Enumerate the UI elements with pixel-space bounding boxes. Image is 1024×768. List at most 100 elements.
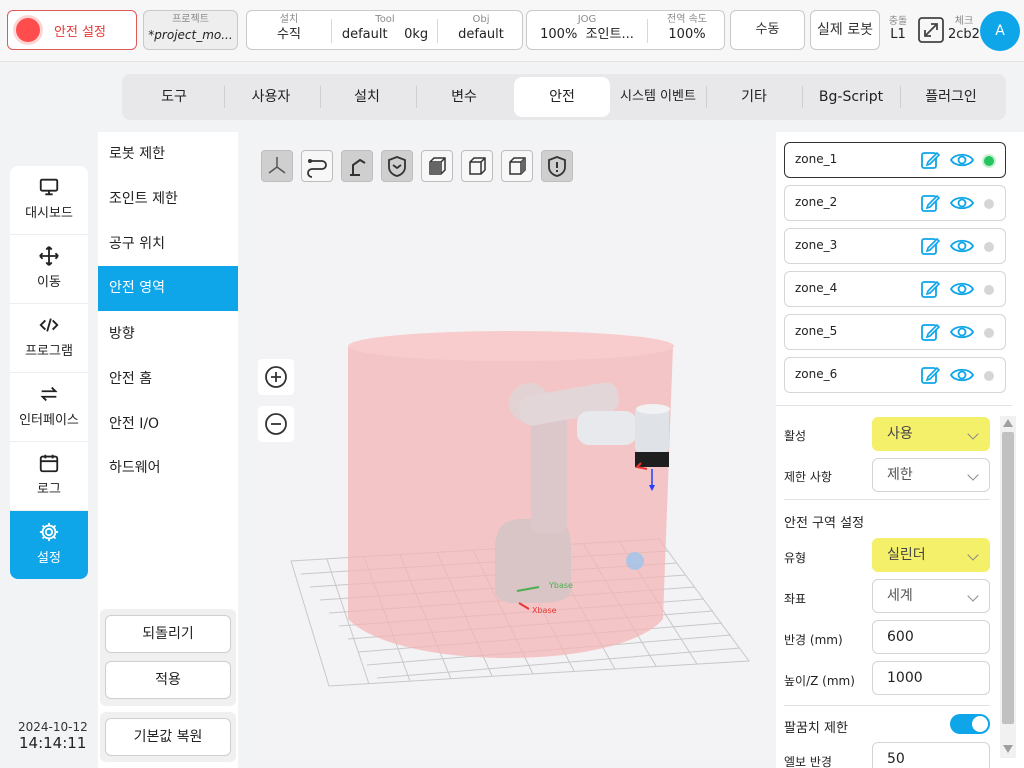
tab-bg-script[interactable]: Bg-Script [802, 77, 900, 117]
type-label: 유형 [784, 551, 807, 565]
jog-speed-box[interactable]: JOG 100% 조인트... 전역 속도 100% [526, 10, 725, 50]
elbow-limit-toggle[interactable] [950, 714, 990, 734]
swap-icon [40, 386, 58, 402]
edit-icon[interactable] [920, 322, 940, 342]
project-box[interactable]: 프로젝트 *project_mo... [143, 10, 238, 50]
robot-scene: Ybase Xbase [290, 331, 750, 687]
submenu-joint-limits[interactable]: 조인트 제한 [98, 177, 238, 222]
expand-icon[interactable] [917, 16, 945, 44]
cylinder-zone [348, 331, 674, 658]
collision-value: L1 [890, 27, 906, 42]
safety-settings-button[interactable]: 안전 설정 [7, 10, 137, 50]
eye-icon[interactable] [950, 236, 974, 256]
tab-system-events[interactable]: 시스템 이벤트 [610, 77, 706, 117]
chevron-down-icon [967, 428, 979, 440]
manual-mode-label: 수동 [755, 22, 780, 37]
submenu-robot-limits[interactable]: 로봇 제한 [98, 132, 238, 177]
tab-user[interactable]: 사용자 [224, 77, 318, 117]
height-label: 높이/Z (mm) [784, 674, 855, 688]
target-marker [626, 552, 644, 570]
nav-interface[interactable]: 인터페이스 [10, 373, 88, 442]
scrollbar-thumb[interactable] [1002, 432, 1014, 724]
eye-icon[interactable] [950, 193, 974, 213]
edit-icon[interactable] [920, 150, 940, 170]
nav-move[interactable]: 이동 [10, 235, 88, 304]
zone-status-dot [984, 328, 994, 338]
submenu-safety-home[interactable]: 안전 홈 [98, 357, 238, 402]
section-title: 안전 구역 설정 [784, 516, 865, 531]
nav-program-label: 프로그램 [25, 344, 73, 359]
edit-icon[interactable] [920, 365, 940, 385]
undo-button[interactable]: 되돌리기 [105, 615, 231, 653]
nav-dashboard[interactable]: 대시보드 [10, 166, 88, 235]
nav-settings[interactable]: 설정 [10, 511, 88, 579]
eye-icon[interactable] [950, 150, 974, 170]
scroll-down-icon[interactable] [1003, 745, 1013, 753]
zone-item[interactable]: zone_3 [784, 228, 1006, 264]
zone-name: zone_3 [795, 238, 838, 252]
edit-icon[interactable] [920, 236, 940, 256]
nav-dashboard-label: 대시보드 [25, 206, 73, 221]
tab-variables[interactable]: 변수 [416, 77, 512, 117]
nav-log[interactable]: 로그 [10, 442, 88, 511]
coord-select[interactable]: 세계 [872, 579, 990, 613]
scroll-up-icon[interactable] [1003, 419, 1013, 427]
zone-properties-panel: zone_1 zone_2 zone_3 zone_4 zone_5 zone_… [776, 132, 1024, 768]
zone-item[interactable]: zone_1 [784, 142, 1006, 178]
elbow-radius-input[interactable]: 50 [872, 742, 990, 768]
tab-other[interactable]: 기타 [706, 77, 802, 117]
user-avatar[interactable]: A [980, 11, 1020, 51]
zone-name: zone_5 [795, 324, 838, 338]
apply-button[interactable]: 적용 [105, 661, 231, 699]
submenu-orientation[interactable]: 방향 [98, 312, 238, 357]
reset-defaults-button[interactable]: 기본값 복원 [105, 718, 231, 756]
edit-icon[interactable] [920, 279, 940, 299]
check-value: 2cb2 [948, 27, 980, 42]
real-robot-button[interactable]: 실제 로봇 [810, 10, 880, 50]
restrict-select[interactable]: 제한 [872, 458, 990, 492]
safety-settings-label: 안전 설정 [54, 25, 106, 40]
zone-item[interactable]: zone_4 [784, 271, 1006, 307]
elbow-radius-label: 엘보 반경 [784, 755, 832, 768]
tab-tool[interactable]: 도구 [127, 77, 221, 117]
tab-install[interactable]: 설치 [320, 77, 414, 117]
zone-name: zone_2 [795, 195, 838, 209]
active-select[interactable]: 사용 [872, 417, 990, 451]
project-value: *project_mo... [148, 28, 233, 42]
zone-item[interactable]: zone_5 [784, 314, 1006, 350]
install-tool-box[interactable]: 설치 수직 Tool default 0kg Obj default [246, 10, 523, 50]
submenu-tool-position[interactable]: 공구 위치 [98, 222, 238, 267]
properties-scrollbar[interactable] [1000, 416, 1016, 758]
submenu-safety-io[interactable]: 안전 I/O [98, 402, 238, 447]
submenu-hardware[interactable]: 하드웨어 [98, 446, 238, 491]
calendar-icon [39, 454, 59, 473]
tab-plugin[interactable]: 플러그인 [900, 77, 1002, 117]
eye-icon[interactable] [950, 365, 974, 385]
tab-safety[interactable]: 안전 [514, 77, 610, 117]
submenu-safety-zones[interactable]: 안전 영역 [98, 266, 238, 311]
code-icon [39, 318, 59, 332]
tool-value: default [341, 27, 388, 42]
radius-input[interactable]: 600 [872, 620, 990, 654]
zone-item[interactable]: zone_6 [784, 357, 1006, 393]
height-input[interactable]: 1000 [872, 661, 990, 695]
jog-label: JOG [577, 14, 597, 25]
nav-program[interactable]: 프로그램 [10, 304, 88, 373]
speed-value: 100% [668, 27, 706, 42]
date-display: 2024-10-12 [18, 720, 88, 734]
eye-icon[interactable] [950, 322, 974, 342]
manual-mode-button[interactable]: 수동 [730, 10, 805, 50]
restrict-value: 제한 [887, 467, 913, 483]
nav-log-label: 로그 [37, 482, 61, 497]
real-robot-label: 실제 로봇 [817, 22, 873, 38]
active-label: 활성 [784, 429, 807, 443]
collision-indicator[interactable]: 충돌 L1 [884, 12, 912, 42]
restrict-label: 제한 사항 [784, 470, 832, 484]
eye-icon[interactable] [950, 279, 974, 299]
type-select[interactable]: 실린더 [872, 538, 990, 572]
properties-scroll: 활성 사용 제한 사항 제한 안전 구역 설정 유형 실린더 좌표 세계 반경 … [776, 412, 1000, 768]
edit-icon[interactable] [920, 193, 940, 213]
check-indicator[interactable]: 체크 2cb2 [948, 12, 980, 42]
zone-item[interactable]: zone_2 [784, 185, 1006, 221]
3d-viewport[interactable]: Ybase Xbase [249, 141, 774, 757]
